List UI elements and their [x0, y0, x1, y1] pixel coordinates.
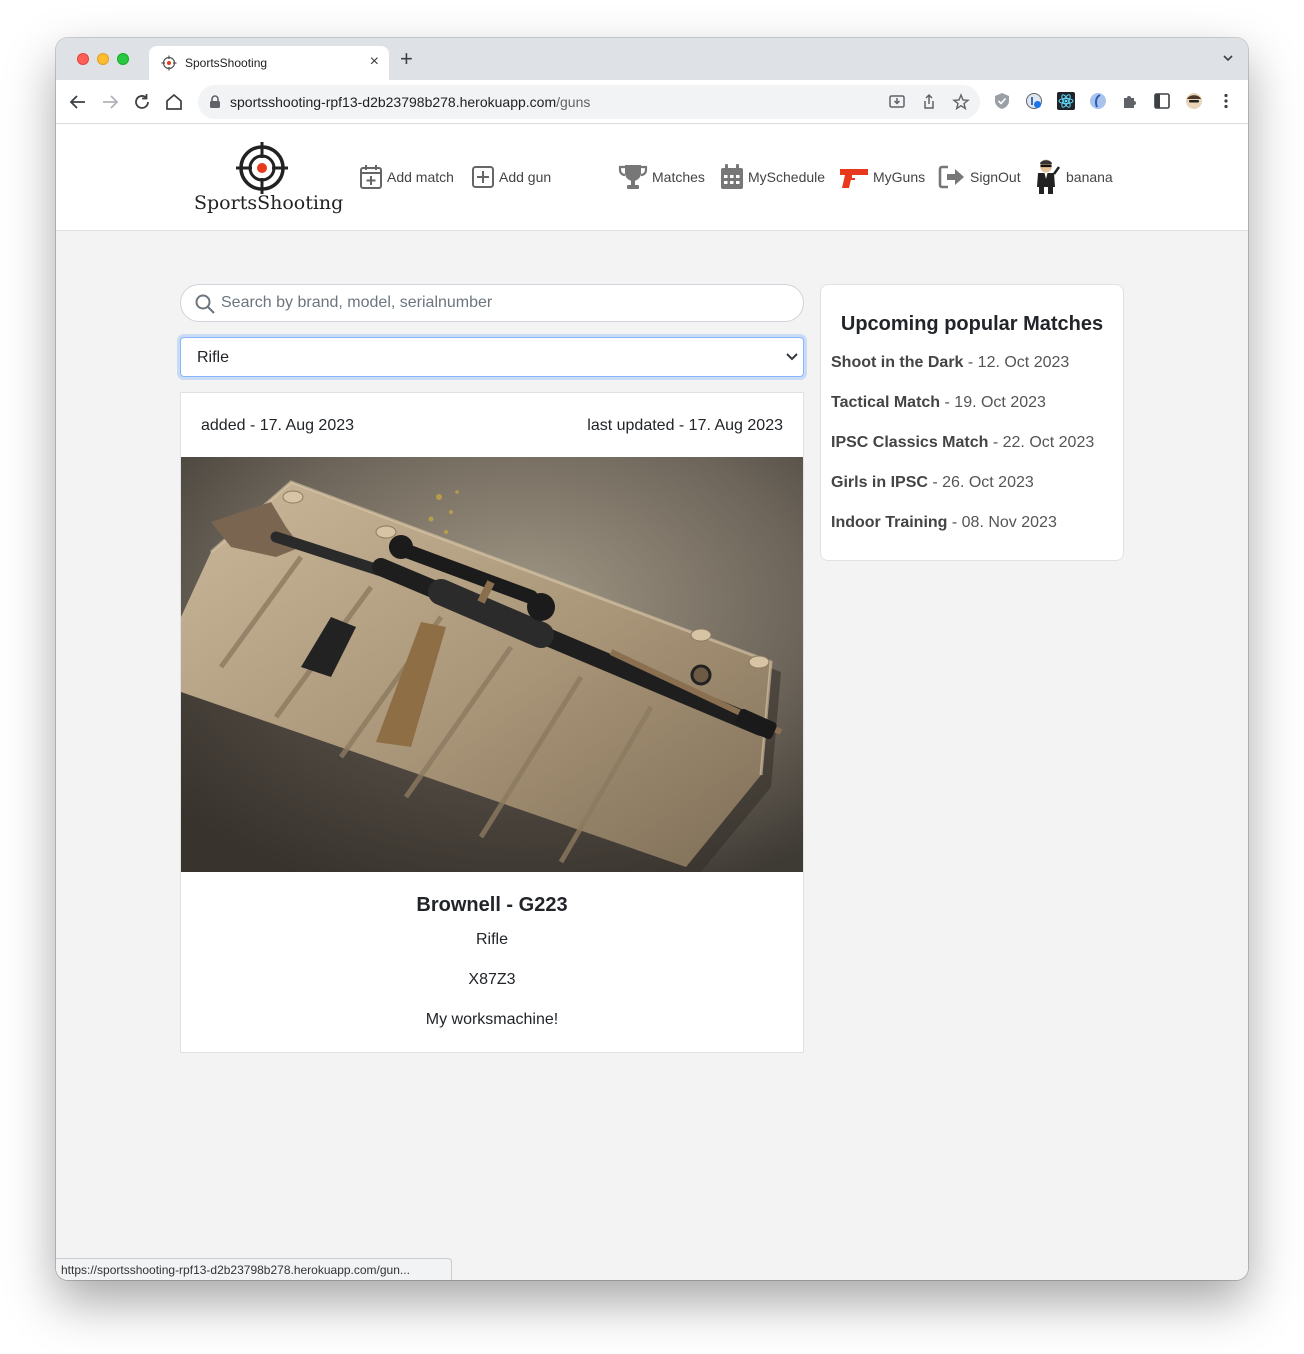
calendar-plus-icon	[360, 165, 382, 189]
search-icon	[195, 294, 215, 314]
popular-match-item[interactable]: Girls in IPSC - 26. Oct 2023	[831, 474, 1034, 492]
home-icon[interactable]	[163, 91, 185, 113]
close-window-button[interactable]	[77, 53, 89, 65]
square-plus-icon	[472, 166, 494, 188]
close-tab-icon[interactable]: ×	[370, 53, 379, 71]
logo-text: SportsShooting	[194, 192, 344, 214]
chevron-down-icon	[786, 353, 798, 361]
nav-add-match-label: Add match	[387, 169, 454, 185]
crosshair-logo-icon	[236, 142, 288, 194]
sync-extension-icon[interactable]	[1089, 92, 1107, 110]
sign-out-icon	[938, 165, 964, 189]
password-extension-icon[interactable]	[1025, 92, 1043, 110]
site-logo[interactable]: SportsShooting	[194, 142, 344, 218]
status-bar-link-preview: https://sportsshooting-rpf13-d2b23798b27…	[56, 1258, 452, 1280]
nav-signout[interactable]: SignOut	[938, 164, 1021, 190]
shield-extension-icon[interactable]	[993, 92, 1011, 110]
nav-add-gun-label: Add gun	[499, 169, 552, 185]
page-content: SportsShooting Add match Add gun Matches…	[56, 124, 1248, 1280]
nav-matches[interactable]: Matches	[618, 164, 705, 190]
zoom-window-button[interactable]	[117, 53, 129, 65]
popular-matches-panel: Upcoming popular Matches Shoot in the Da…	[820, 284, 1124, 561]
nav-signout-label: SignOut	[970, 169, 1021, 185]
gun-card[interactable]: added - 17. Aug 2023 last updated - 17. …	[180, 392, 804, 1053]
browser-menu-icon[interactable]	[1217, 92, 1235, 110]
share-icon[interactable]	[920, 93, 938, 111]
trophy-icon	[618, 165, 648, 189]
search-input[interactable]	[221, 291, 791, 315]
popular-match-item[interactable]: Shoot in the Dark - 12. Oct 2023	[831, 354, 1069, 372]
address-bar[interactable]: sportsshooting-rpf13-d2b23798b278.heroku…	[198, 85, 980, 119]
target-favicon-icon	[161, 55, 177, 71]
nav-myschedule-label: MySchedule	[748, 169, 826, 185]
bookmark-star-icon[interactable]	[952, 93, 970, 111]
pistol-icon	[840, 169, 868, 188]
user-avatar-icon	[1037, 159, 1060, 194]
rifle-on-case-photo	[181, 457, 803, 872]
nav-matches-label: Matches	[652, 169, 705, 185]
nav-myschedule[interactable]: MySchedule	[720, 164, 825, 190]
puzzle-extensions-icon[interactable]	[1121, 92, 1139, 110]
back-arrow-icon[interactable]	[67, 91, 89, 113]
gun-type-selected: Rifle	[197, 349, 230, 366]
nav-add-match[interactable]: Add match	[359, 164, 454, 190]
gun-title: Brownell - G223	[416, 894, 568, 916]
popular-match-item[interactable]: Tactical Match - 19. Oct 2023	[831, 394, 1046, 412]
calendar-icon	[721, 164, 743, 189]
popular-match-item[interactable]: IPSC Classics Match - 22. Oct 2023	[831, 434, 1094, 452]
gun-description: My worksmachine!	[425, 1011, 559, 1028]
gun-serial: X87Z3	[468, 971, 516, 988]
gun-updated-date: last updated - 17. Aug 2023	[587, 417, 783, 434]
nav-myguns-label: MyGuns	[873, 169, 926, 185]
browser-toolbar: sportsshooting-rpf13-d2b23798b278.heroku…	[56, 80, 1248, 124]
tab-search-chevron-icon[interactable]	[1222, 52, 1234, 64]
forward-arrow-icon[interactable]	[99, 91, 121, 113]
nav-myguns[interactable]: MyGuns	[838, 164, 925, 190]
gun-search-field[interactable]	[180, 284, 804, 322]
popular-match-item[interactable]: Indoor Training - 08. Nov 2023	[831, 514, 1057, 532]
browser-window: SportsShooting × + sportsshooting-rpf13-…	[56, 38, 1248, 1280]
reload-icon[interactable]	[131, 91, 153, 113]
tab-title: SportsShooting	[185, 56, 268, 70]
browser-tab[interactable]: SportsShooting ×	[149, 46, 389, 80]
profile-avatar-icon[interactable]	[1185, 92, 1203, 110]
side-panel-icon[interactable]	[1153, 92, 1171, 110]
install-app-icon[interactable]	[888, 93, 906, 111]
minimize-window-button[interactable]	[97, 53, 109, 65]
lock-icon[interactable]	[209, 95, 221, 109]
popular-matches-title: Upcoming popular Matches	[840, 313, 1104, 335]
url-text[interactable]: sportsshooting-rpf13-d2b23798b278.heroku…	[230, 94, 590, 110]
site-navbar: SportsShooting Add match Add gun Matches…	[56, 124, 1248, 231]
gun-photo[interactable]	[181, 457, 803, 872]
tab-bar: SportsShooting × +	[56, 38, 1248, 80]
new-tab-icon[interactable]: +	[400, 48, 413, 70]
gun-added-date: added - 17. Aug 2023	[201, 417, 355, 434]
gun-type: Rifle	[475, 931, 508, 948]
nav-user-profile[interactable]: banana	[1034, 159, 1113, 194]
react-devtools-icon[interactable]	[1057, 92, 1075, 110]
gun-type-select[interactable]: Rifle	[180, 337, 804, 377]
nav-username: banana	[1066, 169, 1113, 185]
nav-add-gun[interactable]: Add gun	[471, 164, 551, 190]
